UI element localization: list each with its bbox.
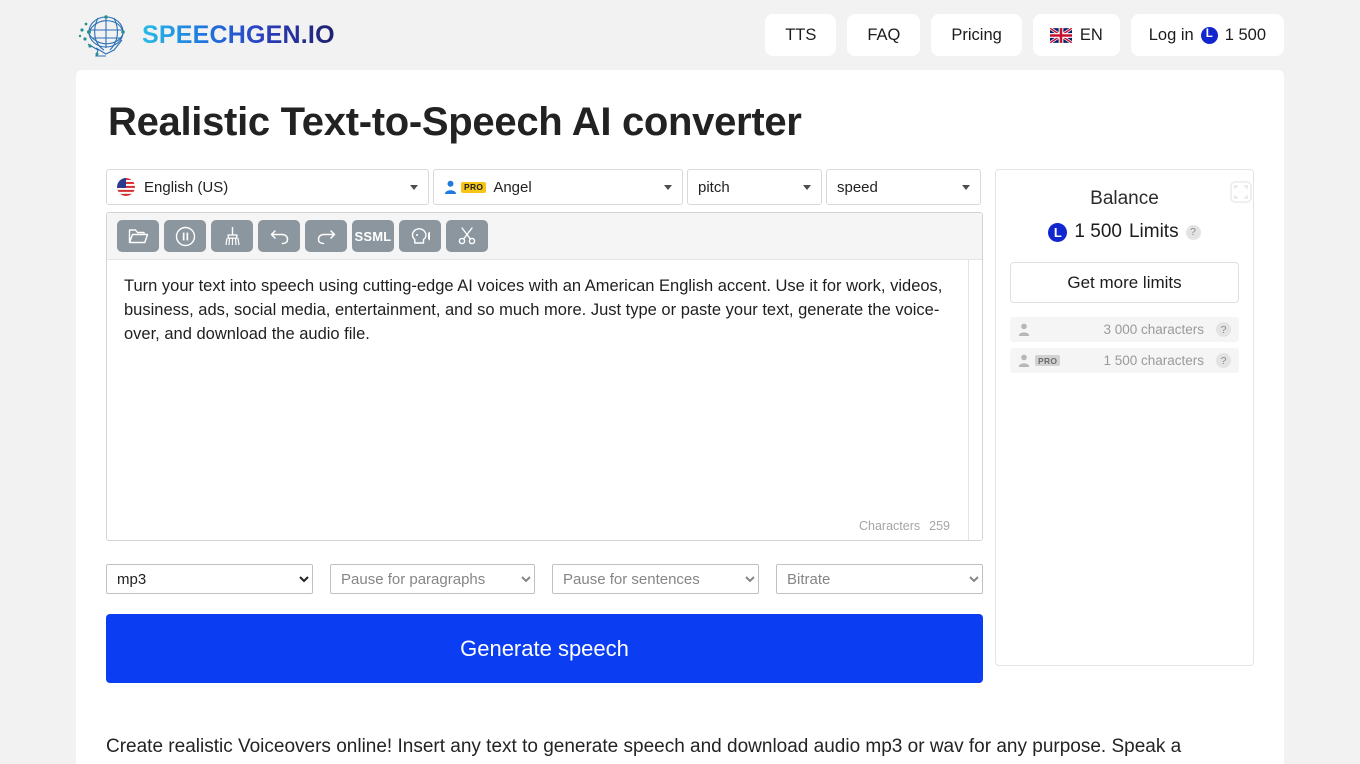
- site-header: SPEECHGEN.IO TTS FAQ Pricing EN Log in L…: [0, 0, 1360, 70]
- description-text-1: Create realistic Voiceovers online! Inse…: [106, 736, 1181, 764]
- voice-select[interactable]: PRO Angel: [433, 169, 683, 205]
- scissors-icon: [457, 226, 477, 246]
- undo-icon[interactable]: [258, 220, 300, 252]
- chevron-down-icon: [664, 185, 672, 190]
- speech-text-input[interactable]: Turn your text into speech using cutting…: [107, 260, 982, 540]
- output-settings-row: mp3 Pause for paragraphs Pause for sente…: [106, 564, 983, 594]
- ssml-button[interactable]: SSML: [352, 220, 394, 252]
- limit-help-icon-pro[interactable]: ?: [1216, 353, 1231, 368]
- chevron-down-icon: [803, 185, 811, 190]
- clear-broom-icon[interactable]: [211, 220, 253, 252]
- person-icon: [1018, 323, 1030, 336]
- nav-item-tts[interactable]: TTS: [765, 14, 836, 56]
- undo-arrow-icon: [269, 227, 290, 245]
- logo-mark-icon: [76, 10, 132, 60]
- speed-select[interactable]: speed: [826, 169, 981, 205]
- limit-row-pro: PRO 1 500 characters ?: [1010, 348, 1239, 373]
- limits-coin-icon: L: [1048, 223, 1067, 242]
- login-label: Log in: [1149, 26, 1194, 45]
- language-select-value: English (US): [144, 179, 228, 196]
- voice-select-value: Angel: [493, 179, 531, 196]
- pitch-select-value: pitch: [698, 179, 730, 196]
- language-select[interactable]: English (US): [106, 169, 429, 205]
- limit-value-pro: 1 500 characters: [1103, 353, 1204, 368]
- pause-sentences-select[interactable]: Pause for sentences: [552, 564, 759, 594]
- voice-settings-row: English (US) PRO Angel pitch: [106, 169, 983, 205]
- generate-speech-button[interactable]: Generate speech: [106, 614, 983, 683]
- page-title: Realistic Text-to-Speech AI converter: [108, 100, 1254, 145]
- uk-flag-icon: [1050, 28, 1072, 43]
- pro-badge: PRO: [1035, 355, 1060, 366]
- pause-icon[interactable]: [164, 220, 206, 252]
- balance-panel: Balance L 1 500 Limits ? Get more limits…: [995, 169, 1254, 666]
- cut-scissors-icon[interactable]: [446, 220, 488, 252]
- pitch-select[interactable]: pitch: [687, 169, 822, 205]
- main-nav: TTS FAQ Pricing EN Log in L 1 500: [765, 14, 1284, 56]
- page-description: Create realistic Voiceovers online! Inse…: [106, 733, 1214, 764]
- ssml-label: SSML: [355, 229, 392, 244]
- balance-unit: Limits: [1129, 221, 1179, 243]
- bitrate-select[interactable]: Bitrate: [776, 564, 983, 594]
- balance-title: Balance: [1010, 188, 1239, 210]
- logo-text: SPEECHGEN.IO: [142, 21, 335, 50]
- voice-icon-group: PRO: [444, 180, 486, 194]
- person-icon: [444, 180, 457, 194]
- main-card: Realistic Text-to-Speech AI converter: [76, 70, 1284, 764]
- limit-row-free: 3 000 characters ?: [1010, 317, 1239, 342]
- text-editor: SSML: [106, 212, 983, 541]
- chevron-down-icon: [962, 185, 970, 190]
- balance-limits: L 1 500 Limits ?: [1010, 221, 1239, 243]
- speaker-head-icon[interactable]: [399, 220, 441, 252]
- redo-icon[interactable]: [305, 220, 347, 252]
- login-balance: 1 500: [1225, 26, 1266, 45]
- us-flag-icon: [117, 178, 135, 196]
- get-more-limits-button[interactable]: Get more limits: [1010, 262, 1239, 303]
- logo[interactable]: SPEECHGEN.IO: [76, 10, 335, 60]
- editor-column: English (US) PRO Angel pitch: [106, 169, 983, 683]
- balance-column: Balance L 1 500 Limits ? Get more limits…: [995, 169, 1254, 666]
- workspace: English (US) PRO Angel pitch: [106, 169, 1254, 683]
- pause-circle-icon: [175, 226, 196, 247]
- pro-badge: PRO: [461, 182, 486, 193]
- balance-help-icon[interactable]: ?: [1186, 225, 1201, 240]
- head-speech-icon: [409, 226, 432, 246]
- open-file-icon[interactable]: [117, 220, 159, 252]
- balance-amount: 1 500: [1074, 221, 1122, 243]
- broom-icon: [223, 226, 242, 246]
- nav-item-faq[interactable]: FAQ: [847, 14, 920, 56]
- redo-arrow-icon: [316, 227, 337, 245]
- fullscreen-icon[interactable]: [1229, 180, 1253, 204]
- pause-paragraphs-select[interactable]: Pause for paragraphs: [330, 564, 535, 594]
- speed-select-value: speed: [837, 179, 878, 196]
- login-button[interactable]: Log in L 1 500: [1131, 14, 1284, 56]
- editor-toolbar: SSML: [107, 213, 982, 260]
- character-counter-value: 259: [929, 519, 950, 533]
- chevron-down-icon: [410, 185, 418, 190]
- format-select[interactable]: mp3: [106, 564, 313, 594]
- limit-value-free: 3 000 characters: [1103, 322, 1204, 337]
- person-icon: [1018, 354, 1030, 367]
- limits-coin-icon: L: [1201, 27, 1218, 44]
- folder-icon: [128, 227, 149, 245]
- language-switcher[interactable]: EN: [1033, 14, 1120, 56]
- nav-item-pricing[interactable]: Pricing: [931, 14, 1021, 56]
- limit-help-icon-free[interactable]: ?: [1216, 322, 1231, 337]
- character-counter: Characters 259: [859, 519, 950, 533]
- editor-scrollbar[interactable]: [968, 260, 982, 540]
- language-code: EN: [1080, 26, 1103, 45]
- character-counter-label: Characters: [859, 519, 920, 533]
